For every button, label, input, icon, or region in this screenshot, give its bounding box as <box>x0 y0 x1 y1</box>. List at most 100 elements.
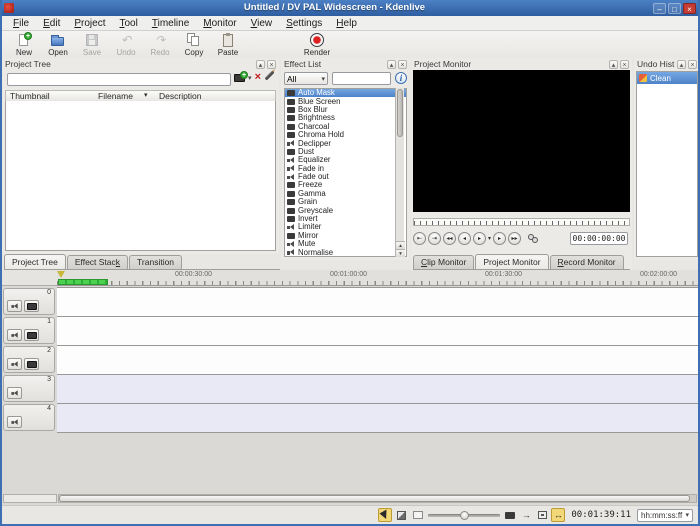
project-tree-title: Project Tree <box>5 59 51 69</box>
mute-track-button[interactable] <box>7 300 22 312</box>
razor-tool-icon[interactable] <box>394 508 408 522</box>
effect-search-input[interactable] <box>332 72 391 85</box>
timeline-playhead[interactable] <box>57 271 65 278</box>
hscrollbar-track[interactable] <box>58 494 697 503</box>
mute-track-button[interactable] <box>7 358 22 370</box>
close-panel-icon[interactable]: × <box>267 59 276 69</box>
mute-track-button[interactable] <box>7 416 22 428</box>
tab-project-monitor[interactable]: Project Monitor <box>475 254 549 269</box>
snap-icon[interactable]: ↔ <box>551 508 566 522</box>
tab-transition[interactable]: Transition <box>129 255 183 269</box>
timecode-format-select[interactable]: hh:mm:ss:ff ▾ <box>637 508 693 522</box>
toolbar-open-button[interactable]: Open <box>41 32 75 58</box>
float-panel-icon[interactable]: ▴ <box>609 59 618 69</box>
track-header-3[interactable]: 3 <box>3 375 55 402</box>
menu-monitor[interactable]: Monitor <box>196 16 243 31</box>
track-1-video[interactable] <box>57 317 698 346</box>
track-header-4[interactable]: 4 <box>3 404 55 431</box>
mute-track-button[interactable] <box>7 329 22 341</box>
audio-thumbnails-icon[interactable]: → <box>519 508 533 522</box>
toolbar-copy-button[interactable]: Copy <box>177 32 211 58</box>
undo-item-clean[interactable]: Clean <box>637 72 697 84</box>
rewind-button[interactable]: ◂◂ <box>443 231 456 245</box>
tab-effect-stack[interactable]: Effect Stack <box>66 255 129 269</box>
timeline-zone-bar[interactable] <box>58 279 108 285</box>
scroll-down-icon[interactable]: ▾ <box>396 249 405 257</box>
tab-clip-monitor[interactable]: Clip Monitor <box>413 255 475 269</box>
track-header-0[interactable]: 0 <box>3 288 55 315</box>
toolbar-new-button[interactable]: + New <box>7 31 41 58</box>
previous-frame-button[interactable]: ◂ <box>458 231 471 245</box>
marker-comments-icon[interactable] <box>535 508 549 522</box>
close-button[interactable]: × <box>683 2 696 14</box>
track-4-audio[interactable] <box>57 404 698 433</box>
hide-video-button[interactable] <box>24 329 39 341</box>
minimize-button[interactable]: – <box>653 2 666 14</box>
hide-video-button[interactable] <box>24 358 39 370</box>
video-thumbnails-icon[interactable] <box>503 508 517 522</box>
add-clip-icon[interactable]: + <box>234 70 249 82</box>
close-panel-icon[interactable]: × <box>688 59 697 69</box>
mute-track-button[interactable] <box>7 387 22 399</box>
tab-project-tree[interactable]: Project Tree <box>4 254 66 269</box>
effect-item-normalise[interactable]: Normalise <box>285 248 406 256</box>
menu-project[interactable]: Project <box>67 16 112 31</box>
effect-list-scrollbar[interactable]: ▴ ▾ <box>395 88 405 257</box>
project-tree-search-input[interactable] <box>7 73 231 86</box>
forward-button[interactable]: ▸▸ <box>508 231 522 245</box>
menu-settings[interactable]: Settings <box>279 16 329 31</box>
float-panel-icon[interactable]: ▴ <box>677 59 686 69</box>
tab-record-monitor[interactable]: Record Monitor <box>549 255 624 269</box>
menu-edit[interactable]: Edit <box>36 16 67 31</box>
menu-file[interactable]: File <box>6 16 36 31</box>
play-button[interactable]: ▸ <box>473 231 486 245</box>
menu-timeline[interactable]: Timeline <box>145 16 196 31</box>
maximize-button[interactable]: □ <box>668 2 681 14</box>
track-2-video[interactable] <box>57 346 698 375</box>
video-effect-icon <box>287 90 295 97</box>
selection-tool-icon[interactable] <box>378 508 393 522</box>
effect-list[interactable]: Auto Mask Blue Screen Box Blur Brightnes… <box>284 88 407 257</box>
track-0-video[interactable] <box>57 288 698 317</box>
float-panel-icon[interactable]: ▴ <box>256 59 265 69</box>
column-filename[interactable]: Filename <box>98 91 133 101</box>
monitor-seek-ruler[interactable] <box>413 218 630 226</box>
float-panel-icon[interactable]: ▴ <box>387 59 396 69</box>
monitor-timecode[interactable]: 00:00:00:00 <box>570 231 628 245</box>
ruler-label: 00:01:00:00 <box>330 271 367 278</box>
next-frame-button[interactable]: ▸ <box>493 231 507 245</box>
monitor-config-icon[interactable] <box>528 233 539 243</box>
menu-help[interactable]: Help <box>329 16 364 31</box>
scrollbar-thumb[interactable] <box>397 89 403 137</box>
timeline-ruler[interactable]: 00:00:30:00 00:01:00:00 00:01:30:00 00:02:0… <box>57 270 698 286</box>
zoom-fit-icon[interactable] <box>413 511 424 519</box>
sort-arrow-icon[interactable]: ▾ <box>144 91 148 101</box>
project-tree-list[interactable] <box>5 101 276 251</box>
effect-info-button[interactable]: i <box>395 72 407 84</box>
delete-clip-icon[interactable]: × <box>255 72 261 83</box>
titlebar[interactable]: Untitled / DV PAL Widescreen - Kdenlive … <box>2 0 698 16</box>
set-zone-start-button[interactable]: ⇤ <box>413 231 426 245</box>
hscrollbar-thumb[interactable] <box>59 495 690 502</box>
toolbar-render-button[interactable]: Render <box>297 32 337 58</box>
add-clip-dropdown-icon[interactable]: ▾ <box>248 74 252 82</box>
menu-view[interactable]: View <box>244 16 280 31</box>
scroll-up-icon[interactable]: ▴ <box>396 241 405 249</box>
menu-tool[interactable]: Tool <box>112 16 144 31</box>
hide-video-button[interactable] <box>24 300 39 312</box>
set-zone-end-button[interactable]: ⇥ <box>428 231 441 245</box>
effect-filter-select[interactable]: All ▾ <box>284 72 328 85</box>
column-description[interactable]: Description <box>159 91 202 101</box>
track-3-audio[interactable] <box>57 375 698 404</box>
edit-clip-icon[interactable] <box>264 70 275 81</box>
column-thumbnail[interactable]: Thumbnail <box>10 91 50 101</box>
close-panel-icon[interactable]: × <box>398 59 407 69</box>
zoom-slider-handle[interactable] <box>460 511 470 520</box>
track-header-1[interactable]: 1 <box>3 317 55 344</box>
toolbar-paste-button[interactable]: Paste <box>211 32 245 58</box>
track-header-2[interactable]: 2 <box>3 346 55 373</box>
timeline-zoom-slider[interactable] <box>428 508 501 522</box>
play-menu-icon[interactable]: ▾ <box>488 235 491 242</box>
close-panel-icon[interactable]: × <box>620 59 629 69</box>
undo-history-list[interactable]: Clean <box>636 71 698 257</box>
